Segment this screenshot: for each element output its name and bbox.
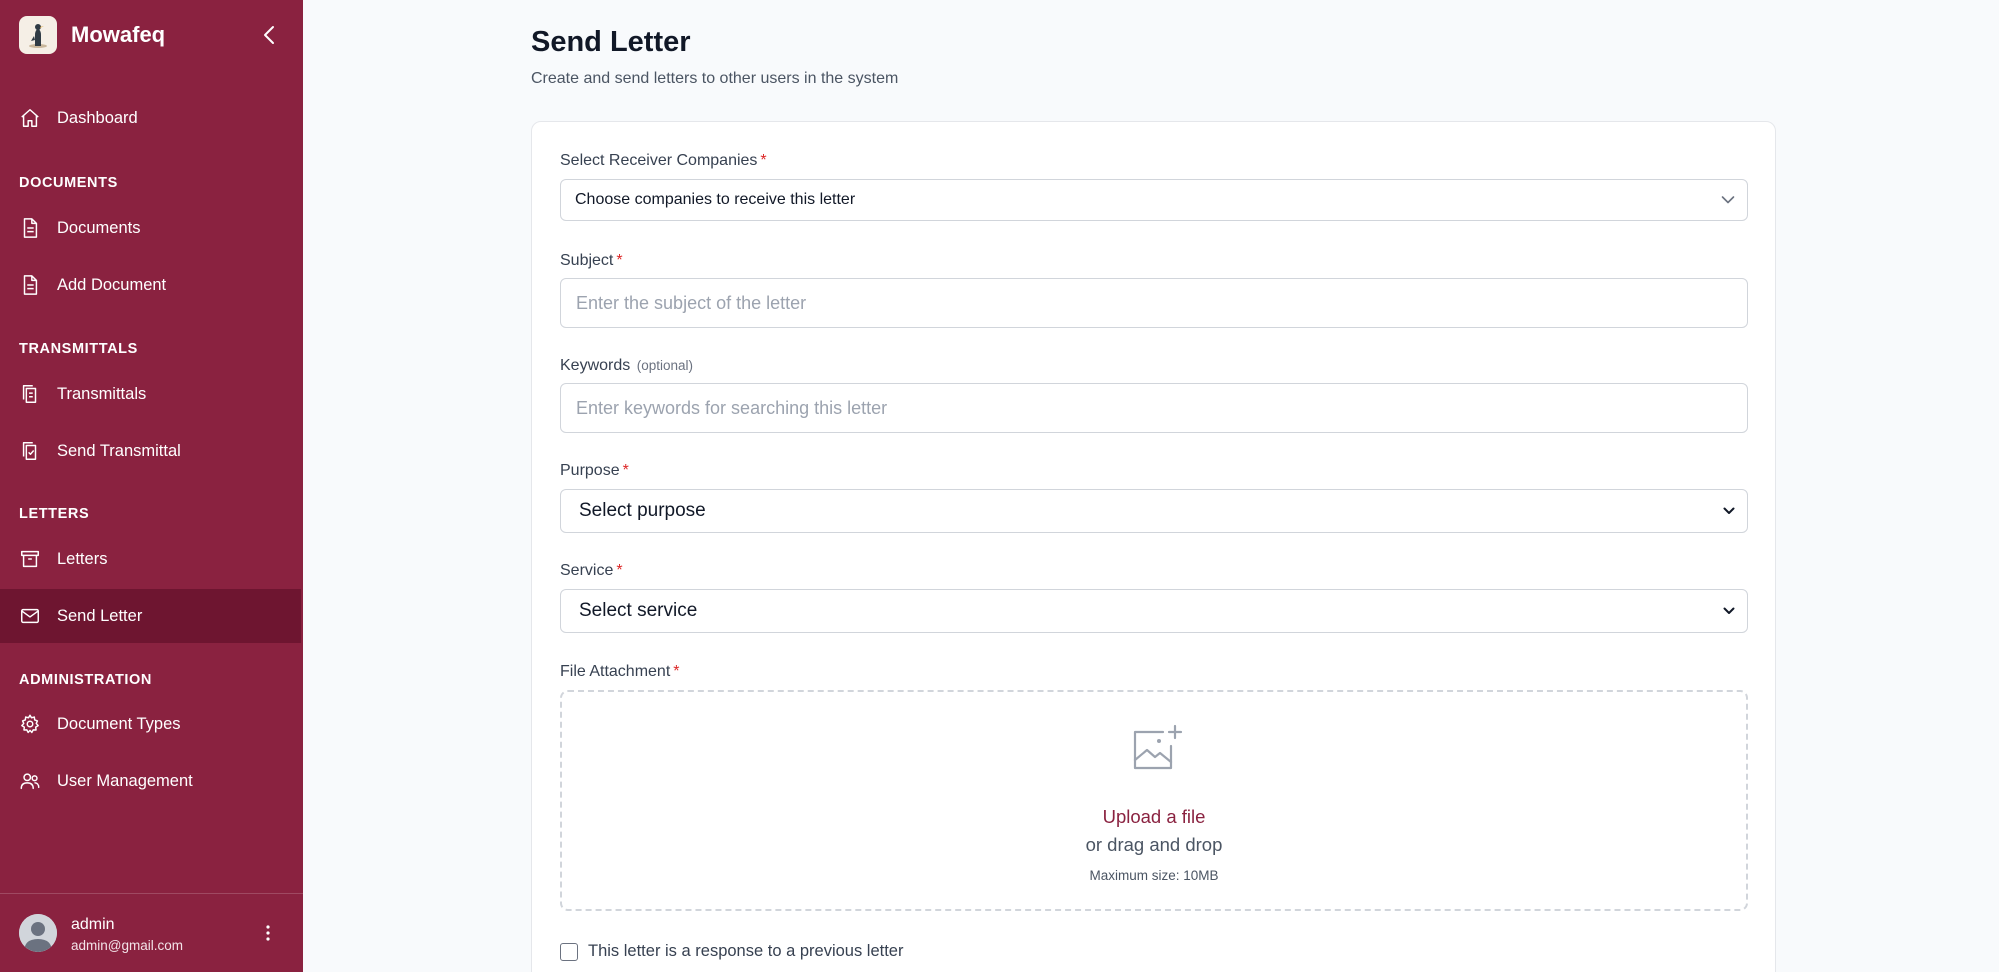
section-title-transmittals: TRANSMITTALS: [19, 341, 138, 357]
attachment-label: File Attachment *: [560, 663, 680, 680]
receiver-companies-value: Choose companies to receive this letter: [575, 191, 856, 208]
users-icon: [19, 770, 41, 792]
file-dropzone[interactable]: Upload a file or drag and drop Maximum s…: [560, 690, 1748, 911]
required-marker: *: [760, 152, 767, 169]
purpose-label: Purpose *: [560, 462, 629, 479]
section-title-administration: ADMINISTRATION: [19, 672, 152, 688]
documents-stack-icon: [19, 383, 41, 405]
app-name: Mowafeq: [71, 22, 166, 47]
sidebar-item-user-management[interactable]: User Management: [0, 754, 301, 808]
upload-file-link[interactable]: Upload a file: [562, 806, 1746, 828]
purpose-value: Select purpose: [579, 500, 706, 521]
clipboard-check-icon: [19, 440, 41, 462]
avatar[interactable]: [19, 914, 57, 952]
response-checkbox-label: This letter is a response to a previous …: [588, 942, 904, 960]
service-value: Select service: [579, 600, 698, 621]
archive-box-icon: [19, 548, 41, 570]
subject-input[interactable]: [560, 278, 1748, 328]
response-checkbox-row[interactable]: This letter is a response to a previous …: [560, 942, 903, 961]
chevron-down-icon: [1723, 607, 1735, 614]
section-title-letters: LETTERS: [19, 506, 90, 522]
page-title: Send Letter: [531, 26, 691, 58]
sidebar-item-letters[interactable]: Letters: [0, 532, 301, 586]
user-email: admin@gmail.com: [71, 938, 183, 953]
user-menu-button[interactable]: [258, 920, 278, 946]
user-name: admin: [71, 916, 115, 933]
sidebar-item-send-transmittal[interactable]: Send Transmittal: [0, 424, 301, 478]
service-select[interactable]: Select service: [560, 589, 1748, 633]
subject-label: Subject *: [560, 252, 623, 269]
sidebar-item-send-letter[interactable]: Send Letter: [0, 589, 301, 643]
receiver-companies-select[interactable]: Choose companies to receive this letter: [560, 179, 1748, 221]
sidebar-item-dashboard[interactable]: Dashboard: [0, 91, 301, 145]
optional-marker: (optional): [636, 358, 693, 373]
app-logo-icon: [19, 16, 57, 54]
home-icon: [19, 107, 41, 129]
response-checkbox[interactable]: [560, 942, 578, 961]
required-marker: *: [673, 663, 680, 680]
receivers-label: Select Receiver Companies *: [560, 152, 767, 169]
send-letter-form: Select Receiver Companies * Choose compan…: [531, 121, 1776, 972]
section-title-documents: DOCUMENTS: [19, 175, 118, 191]
image-upload-icon: [1133, 724, 1183, 770]
keywords-label: Keywords (optional): [560, 357, 693, 374]
page-subtitle: Create and send letters to other users i…: [531, 70, 899, 87]
sidebar: Mowafeq Dashboard DOCUMENTS Documents Ad…: [0, 0, 303, 972]
document-icon: [19, 217, 41, 239]
keywords-input[interactable]: [560, 383, 1748, 433]
chevron-down-icon: [1723, 507, 1735, 514]
service-label: Service *: [560, 562, 623, 579]
sidebar-item-document-types[interactable]: Document Types: [0, 697, 301, 751]
gear-icon: [19, 713, 41, 735]
envelope-icon: [19, 605, 41, 627]
chevron-left-icon: [264, 26, 274, 44]
chevron-down-icon: [1721, 196, 1735, 204]
more-vertical-icon: [266, 925, 270, 941]
required-marker: *: [622, 462, 629, 479]
document-icon: [19, 274, 41, 296]
purpose-select[interactable]: Select purpose: [560, 489, 1748, 533]
sidebar-item-transmittals[interactable]: Transmittals: [0, 367, 301, 421]
sidebar-item-documents[interactable]: Documents: [0, 201, 301, 255]
sidebar-item-add-document[interactable]: Add Document: [0, 258, 301, 312]
max-size-text: Maximum size: 10MB: [1089, 868, 1219, 883]
drag-drop-text: or drag and drop: [1085, 834, 1223, 855]
required-marker: *: [616, 562, 623, 579]
brand[interactable]: Mowafeq: [19, 16, 165, 54]
required-marker: *: [616, 252, 623, 269]
collapse-sidebar-button[interactable]: [258, 22, 280, 48]
user-profile: admin admin@gmail.com: [0, 893, 303, 972]
